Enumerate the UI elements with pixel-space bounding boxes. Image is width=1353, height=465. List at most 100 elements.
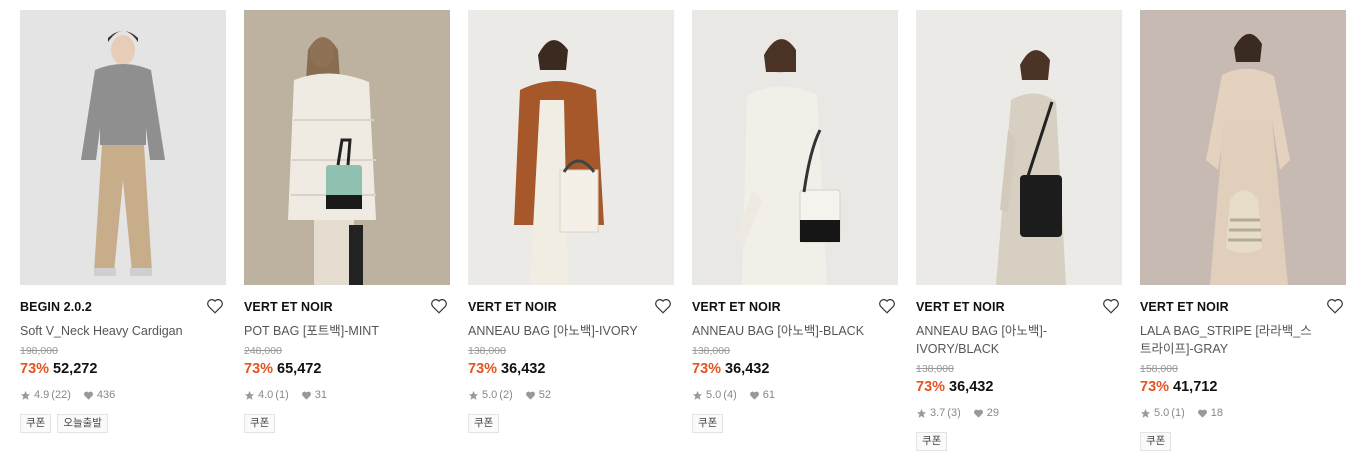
star-icon bbox=[916, 408, 927, 419]
price-row: 73% 36,432 bbox=[692, 360, 898, 378]
tag-list: 쿠폰 bbox=[468, 414, 674, 433]
original-price: 138,000 bbox=[468, 345, 506, 357]
heart-icon bbox=[749, 390, 760, 401]
like-count: 18 bbox=[1210, 407, 1223, 419]
star-icon bbox=[1140, 408, 1151, 419]
brand-name[interactable]: VERT ET NOIR bbox=[1140, 299, 1346, 315]
product-name[interactable]: Soft V_Neck Heavy Cardigan bbox=[20, 322, 200, 340]
star-icon bbox=[20, 390, 31, 401]
product-card[interactable]: BEGIN 2.0.2 Soft V_Neck Heavy Cardigan 1… bbox=[20, 10, 226, 451]
brand-name[interactable]: VERT ET NOIR bbox=[916, 299, 1122, 315]
tag-list: 쿠폰 bbox=[244, 414, 450, 433]
star-icon bbox=[692, 390, 703, 401]
review-count: (22) bbox=[51, 389, 71, 401]
tag-list: 쿠폰 bbox=[1140, 432, 1346, 451]
product-image[interactable] bbox=[244, 10, 450, 285]
review-count: (2) bbox=[499, 389, 513, 401]
star-icon bbox=[244, 390, 255, 401]
heart-outline-icon[interactable] bbox=[1326, 297, 1344, 315]
discount-rate: 73% bbox=[468, 361, 498, 377]
product-name[interactable]: POT BAG [포트백]-MINT bbox=[244, 322, 424, 340]
coupon-tag: 쿠폰 bbox=[244, 414, 276, 433]
heart-icon bbox=[973, 408, 984, 419]
heart-icon bbox=[525, 390, 536, 401]
original-price: 198,000 bbox=[20, 345, 58, 357]
product-image[interactable] bbox=[1140, 10, 1346, 285]
original-price: 138,000 bbox=[916, 363, 954, 375]
heart-outline-icon[interactable] bbox=[206, 297, 224, 315]
rating-value: 4.0 bbox=[258, 389, 274, 401]
review-count: (1) bbox=[275, 389, 289, 401]
product-stats: 4.0 (1) 31 bbox=[244, 388, 450, 402]
rating-value: 5.0 bbox=[1154, 407, 1170, 419]
product-stats: 4.9 (22) 436 bbox=[20, 388, 226, 402]
discount-rate: 73% bbox=[20, 361, 50, 377]
heart-outline-icon[interactable] bbox=[430, 297, 448, 315]
heart-outline-icon[interactable] bbox=[654, 297, 672, 315]
product-card[interactable]: VERT ET NOIR POT BAG [포트백]-MINT 248,000 … bbox=[244, 10, 450, 451]
heart-icon bbox=[83, 390, 94, 401]
heart-icon bbox=[301, 390, 312, 401]
price-row: 73% 36,432 bbox=[468, 360, 674, 378]
heart-outline-icon[interactable] bbox=[878, 297, 896, 315]
product-card[interactable]: VERT ET NOIR ANNEAU BAG [아노백]-BLACK 138,… bbox=[692, 10, 898, 451]
product-card[interactable]: VERT ET NOIR ANNEAU BAG [아노백]-IVORY 138,… bbox=[468, 10, 674, 451]
original-price: 158,000 bbox=[1140, 363, 1178, 375]
coupon-tag: 쿠폰 bbox=[468, 414, 500, 433]
brand-name[interactable]: VERT ET NOIR bbox=[244, 299, 450, 315]
product-name[interactable]: ANNEAU BAG [아노백]-IVORY bbox=[468, 322, 648, 340]
brand-name[interactable]: VERT ET NOIR bbox=[692, 299, 898, 315]
original-price: 248,000 bbox=[244, 345, 282, 357]
product-stats: 3.7 (3) 29 bbox=[916, 406, 1122, 420]
product-card[interactable]: VERT ET NOIR LALA BAG_STRIPE [라라백_스트라이프]… bbox=[1140, 10, 1346, 451]
rating-value: 3.7 bbox=[930, 407, 946, 419]
product-card[interactable]: VERT ET NOIR ANNEAU BAG [아노백]-IVORY/BLAC… bbox=[916, 10, 1122, 451]
rating-value: 5.0 bbox=[706, 389, 722, 401]
like-count: 436 bbox=[96, 389, 116, 401]
rating-value: 4.9 bbox=[34, 389, 50, 401]
product-name[interactable]: ANNEAU BAG [아노백]-BLACK bbox=[692, 322, 872, 340]
discount-rate: 73% bbox=[916, 379, 946, 395]
price-row: 73% 36,432 bbox=[916, 378, 1122, 396]
sale-price: 52,272 bbox=[53, 361, 98, 377]
coupon-tag: 쿠폰 bbox=[20, 414, 52, 433]
discount-rate: 73% bbox=[244, 361, 274, 377]
brand-name[interactable]: BEGIN 2.0.2 bbox=[20, 299, 226, 315]
sale-price: 36,432 bbox=[725, 361, 770, 377]
product-grid: BEGIN 2.0.2 Soft V_Neck Heavy Cardigan 1… bbox=[20, 10, 1346, 451]
product-name[interactable]: ANNEAU BAG [아노백]-IVORY/BLACK bbox=[916, 322, 1096, 358]
price-row: 73% 52,272 bbox=[20, 360, 226, 378]
coupon-tag: 쿠폰 bbox=[916, 432, 948, 451]
rating-value: 5.0 bbox=[482, 389, 498, 401]
product-image[interactable] bbox=[20, 10, 226, 285]
product-image[interactable] bbox=[692, 10, 898, 285]
heart-icon bbox=[1197, 408, 1208, 419]
review-count: (4) bbox=[723, 389, 737, 401]
discount-rate: 73% bbox=[692, 361, 722, 377]
shipping-tag: 오늘출발 bbox=[57, 414, 108, 433]
like-count: 61 bbox=[762, 389, 775, 401]
star-icon bbox=[468, 390, 479, 401]
product-name[interactable]: LALA BAG_STRIPE [라라백_스트라이프]-GRAY bbox=[1140, 322, 1320, 358]
heart-outline-icon[interactable] bbox=[1102, 297, 1120, 315]
review-count: (1) bbox=[1171, 407, 1185, 419]
sale-price: 36,432 bbox=[501, 361, 546, 377]
like-count: 52 bbox=[538, 389, 551, 401]
price-row: 73% 65,472 bbox=[244, 360, 450, 378]
tag-list: 쿠폰 오늘출발 bbox=[20, 414, 226, 433]
product-image[interactable] bbox=[468, 10, 674, 285]
sale-price: 36,432 bbox=[949, 379, 994, 395]
like-count: 31 bbox=[314, 389, 327, 401]
tag-list: 쿠폰 bbox=[692, 414, 898, 433]
brand-name[interactable]: VERT ET NOIR bbox=[468, 299, 674, 315]
sale-price: 65,472 bbox=[277, 361, 322, 377]
coupon-tag: 쿠폰 bbox=[1140, 432, 1172, 451]
review-count: (3) bbox=[947, 407, 961, 419]
like-count: 29 bbox=[986, 407, 999, 419]
tag-list: 쿠폰 bbox=[916, 432, 1122, 451]
product-stats: 5.0 (2) 52 bbox=[468, 388, 674, 402]
sale-price: 41,712 bbox=[1173, 379, 1218, 395]
original-price: 138,000 bbox=[692, 345, 730, 357]
product-stats: 5.0 (1) 18 bbox=[1140, 406, 1346, 420]
product-image[interactable] bbox=[916, 10, 1122, 285]
